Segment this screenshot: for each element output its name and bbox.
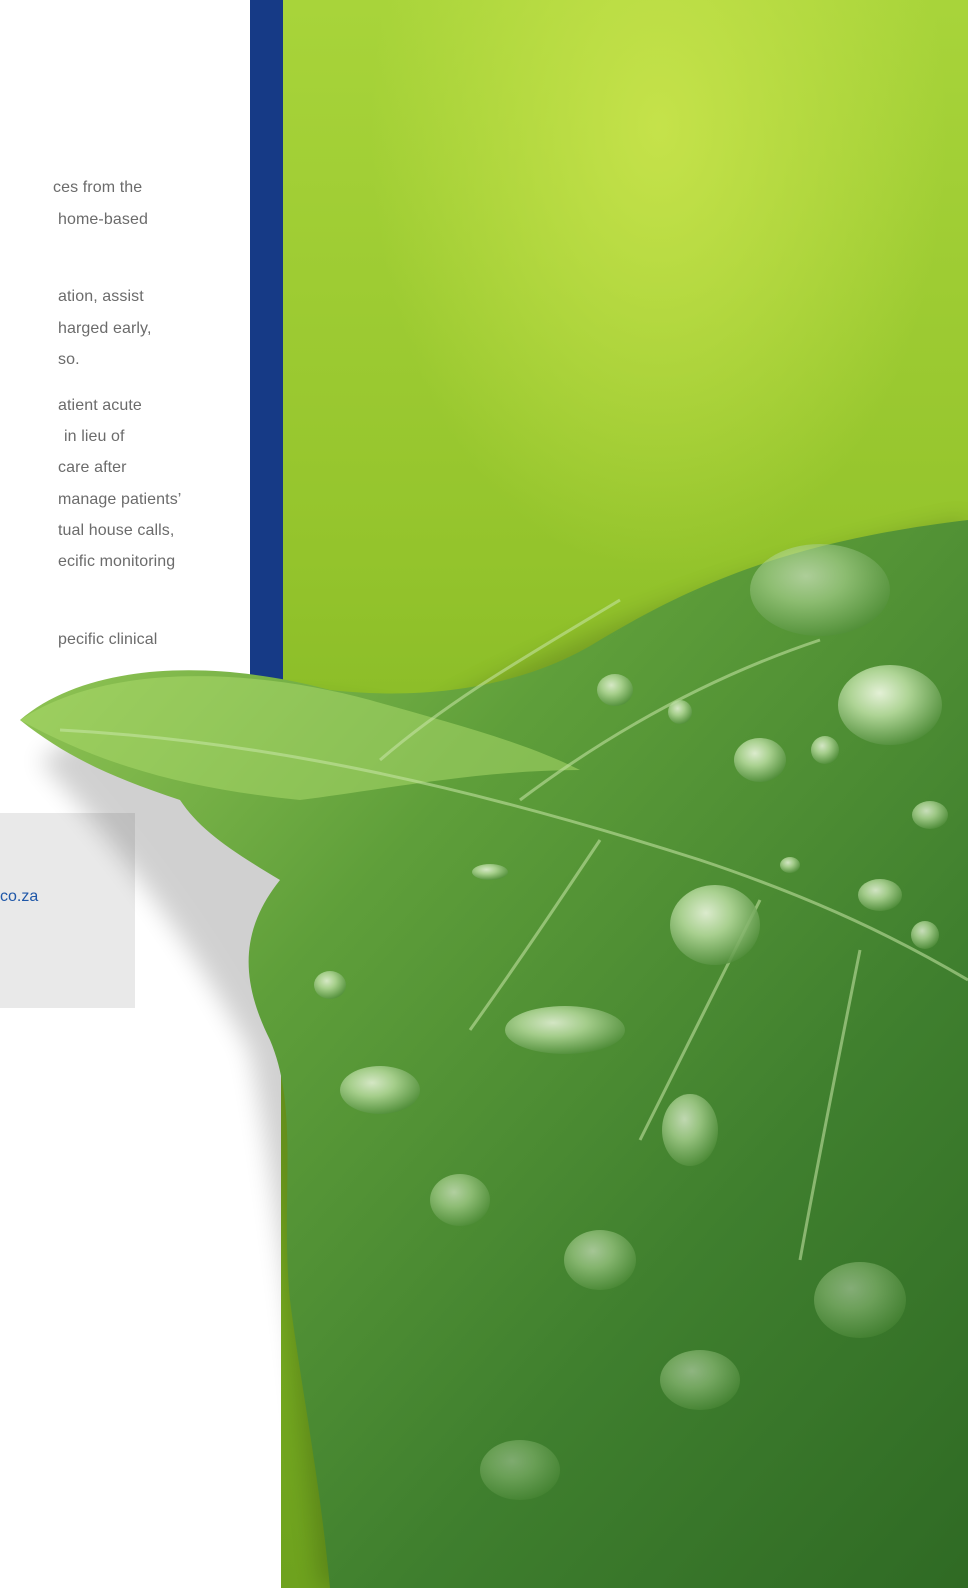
leaf-image — [20, 520, 968, 1588]
